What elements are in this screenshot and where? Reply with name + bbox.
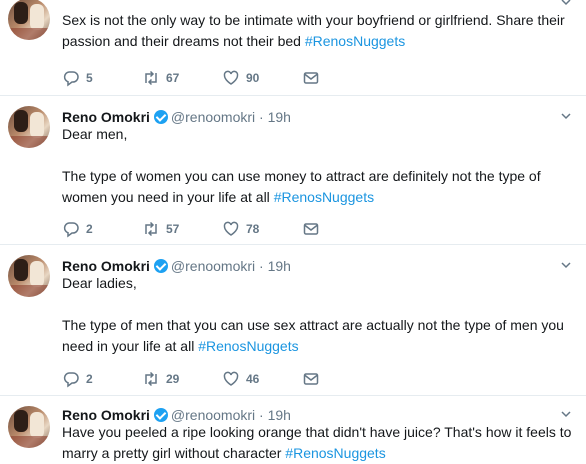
reply-button[interactable]: 5 <box>62 67 93 87</box>
retweet-icon <box>145 70 157 85</box>
tweet[interactable]: Reno Omokri @renoomokri · 19h Dear ladies… <box>0 245 586 396</box>
user-handle[interactable]: @renoomokri <box>171 407 255 423</box>
hashtag-link[interactable]: #RenosNuggets <box>198 338 298 354</box>
tweet-time[interactable]: 19h <box>268 258 291 274</box>
avatar[interactable] <box>8 255 50 297</box>
dm-button[interactable] <box>302 67 320 87</box>
dm-icon <box>303 223 319 235</box>
avatar[interactable] <box>8 0 50 40</box>
tweet-text: Dear men, The type of women you can use … <box>62 124 572 208</box>
like-count: 90 <box>246 70 260 85</box>
like-button[interactable]: 90 <box>222 67 259 87</box>
dm-button[interactable] <box>302 368 320 388</box>
hashtag-link[interactable]: #RenosNuggets <box>285 445 385 461</box>
reply-icon <box>63 71 79 87</box>
retweet-icon <box>145 221 157 236</box>
user-name[interactable]: Reno Omokri <box>62 109 150 125</box>
like-button[interactable]: 78 <box>222 218 259 238</box>
like-icon <box>223 371 239 386</box>
like-count: 46 <box>246 371 260 386</box>
reply-icon <box>63 222 79 238</box>
like-button[interactable]: 46 <box>222 368 259 388</box>
dm-icon <box>303 72 319 84</box>
retweet-button[interactable]: 29 <box>142 368 179 388</box>
chevron-down-icon[interactable] <box>560 408 572 420</box>
reply-count: 2 <box>86 221 93 236</box>
avatar[interactable] <box>8 406 50 448</box>
like-count: 78 <box>246 221 260 236</box>
dm-button[interactable] <box>302 218 320 238</box>
chevron-down-icon[interactable] <box>560 110 572 122</box>
reply-count: 2 <box>86 371 93 386</box>
reply-button[interactable]: 2 <box>62 368 93 388</box>
reply-count: 5 <box>86 70 93 85</box>
retweet-count: 57 <box>166 221 180 236</box>
reply-icon <box>63 372 79 388</box>
user-name[interactable]: Reno Omokri <box>62 258 150 274</box>
tweet-text: Have you peeled a ripe looking orange th… <box>62 422 572 464</box>
retweet-icon <box>145 371 157 386</box>
tweet[interactable]: Reno Omokri @renoomokri · 19h Have you pe… <box>0 396 586 463</box>
tweet-paragraph: Dear ladies, <box>62 275 137 291</box>
chevron-down-icon[interactable] <box>560 259 572 271</box>
tweet[interactable]: Sex is not the only way to be intimate w… <box>0 0 586 96</box>
tweet-paragraph: Dear men, <box>62 126 128 142</box>
like-icon <box>223 70 239 85</box>
user-handle[interactable]: @renoomokri <box>171 109 255 125</box>
tweet-time[interactable]: 19h <box>268 109 291 125</box>
tweet-text: Sex is not the only way to be intimate w… <box>62 10 572 52</box>
user-handle[interactable]: @renoomokri <box>171 258 255 274</box>
tweet-text: Dear ladies, The type of men that you ca… <box>62 273 572 357</box>
user-name[interactable]: Reno Omokri <box>62 407 150 423</box>
tweet[interactable]: Reno Omokri @renoomokri · 19h Dear men, T… <box>0 96 586 245</box>
retweet-count: 29 <box>166 371 180 386</box>
verified-badge-icon <box>153 110 168 124</box>
retweet-button[interactable]: 67 <box>142 67 179 87</box>
chevron-down-icon[interactable] <box>560 0 572 8</box>
retweet-count: 67 <box>166 70 180 85</box>
dm-icon <box>303 373 319 385</box>
separator-dot: · <box>259 258 264 274</box>
avatar[interactable] <box>8 106 50 148</box>
like-icon <box>223 221 239 236</box>
hashtag-link[interactable]: #RenosNuggets <box>274 189 374 205</box>
verified-badge-icon <box>153 259 168 273</box>
retweet-button[interactable]: 57 <box>142 218 179 238</box>
separator-dot: · <box>259 407 264 423</box>
tweet-paragraph: The type of men that you can use sex att… <box>62 317 564 354</box>
tweet-time[interactable]: 19h <box>268 407 291 423</box>
reply-button[interactable]: 2 <box>62 218 93 238</box>
hashtag-link[interactable]: #RenosNuggets <box>305 33 405 49</box>
separator-dot: · <box>259 109 264 125</box>
verified-badge-icon <box>153 408 168 422</box>
